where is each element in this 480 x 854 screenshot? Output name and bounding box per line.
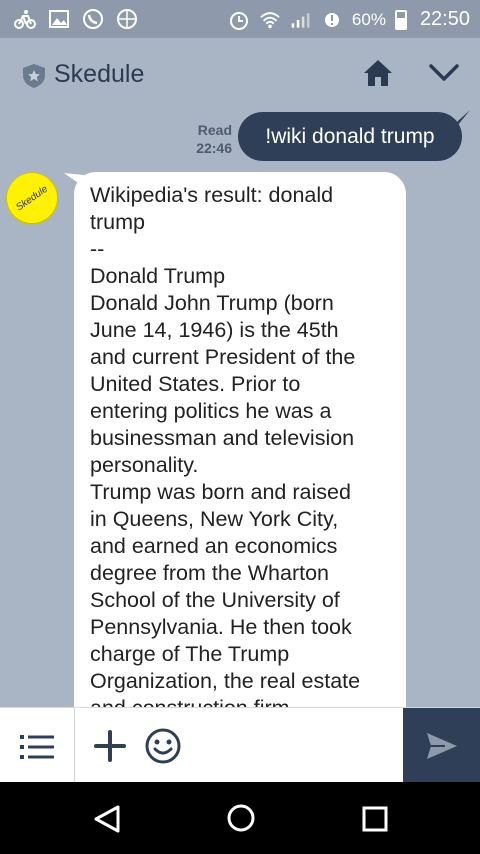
shield-star-icon bbox=[22, 63, 46, 94]
send-icon bbox=[426, 732, 457, 759]
plus-icon[interactable] bbox=[94, 730, 126, 767]
message-line: Trump was born and raised bbox=[90, 480, 351, 504]
status-time: 22:50 bbox=[419, 8, 470, 30]
message-line: businessman and television bbox=[90, 426, 355, 450]
navigation-bar bbox=[0, 782, 480, 854]
message-line: Wikipedia's result: donald bbox=[90, 183, 334, 207]
status-bar: 60% 22:50 bbox=[0, 0, 480, 38]
outgoing-message-bubble[interactable]: !wiki donald trump bbox=[238, 112, 462, 161]
home-circle-icon[interactable] bbox=[226, 803, 256, 838]
message-line: in Queens, New York City, bbox=[90, 507, 339, 531]
message-line: Pennsylvania. He then took bbox=[90, 615, 352, 639]
whatsapp-icon bbox=[82, 8, 104, 30]
battery-icon bbox=[394, 9, 407, 30]
signal-icon bbox=[290, 9, 312, 31]
message-line: -- bbox=[90, 237, 105, 261]
message-meta: Read 22:46 bbox=[180, 121, 232, 157]
message-line: Organization, the real estate bbox=[90, 669, 361, 693]
image-icon bbox=[48, 8, 70, 30]
input-divider bbox=[74, 708, 75, 783]
avatar[interactable]: Skedule bbox=[6, 172, 58, 224]
message-line: and current President of the bbox=[90, 345, 356, 369]
outgoing-message-text: !wiki donald trump bbox=[265, 125, 435, 148]
message-line: personality. bbox=[90, 453, 199, 477]
send-button[interactable] bbox=[403, 708, 480, 783]
battery-percent: 60% bbox=[351, 9, 386, 29]
message-line: Donald John Trump (born bbox=[90, 291, 334, 315]
message-line: and earned an economics bbox=[90, 534, 338, 558]
recent-apps-icon[interactable] bbox=[362, 806, 388, 837]
read-label: Read bbox=[197, 122, 232, 138]
data-icon bbox=[116, 8, 138, 30]
avatar-logo-text: Skedule bbox=[14, 183, 50, 213]
message-line: and construction firm bbox=[90, 695, 390, 707]
home-icon[interactable] bbox=[362, 58, 394, 93]
message-line: Donald Trump bbox=[90, 264, 226, 288]
back-icon[interactable] bbox=[92, 804, 122, 839]
message-line: charge of The Trump bbox=[90, 642, 290, 666]
chat-title: Skedule bbox=[54, 60, 145, 88]
message-line: degree from the Wharton bbox=[90, 561, 330, 585]
chevron-down-icon[interactable] bbox=[428, 62, 460, 89]
message-line: June 14, 1946) is the 45th bbox=[90, 318, 339, 342]
menu-icon[interactable] bbox=[20, 733, 54, 766]
message-time: 22:46 bbox=[196, 140, 232, 156]
incoming-message-bubble[interactable]: Wikipedia's result: donald trump -- Dona… bbox=[74, 172, 406, 707]
message-line: School of the University of bbox=[90, 588, 340, 612]
chat-header: Skedule bbox=[0, 38, 480, 110]
alarm-icon bbox=[228, 9, 250, 31]
message-input-bar bbox=[0, 707, 480, 783]
sync-icon bbox=[321, 9, 343, 31]
wifi-icon bbox=[259, 9, 281, 31]
message-line: United States. Prior to bbox=[90, 372, 301, 396]
chat-area[interactable]: Read 22:46 !wiki donald trump Skedule Wi… bbox=[0, 110, 480, 707]
bike-icon bbox=[14, 8, 36, 30]
emoji-icon[interactable] bbox=[145, 728, 181, 769]
message-line: entering politics he was a bbox=[90, 399, 332, 423]
message-line: trump bbox=[90, 210, 145, 234]
